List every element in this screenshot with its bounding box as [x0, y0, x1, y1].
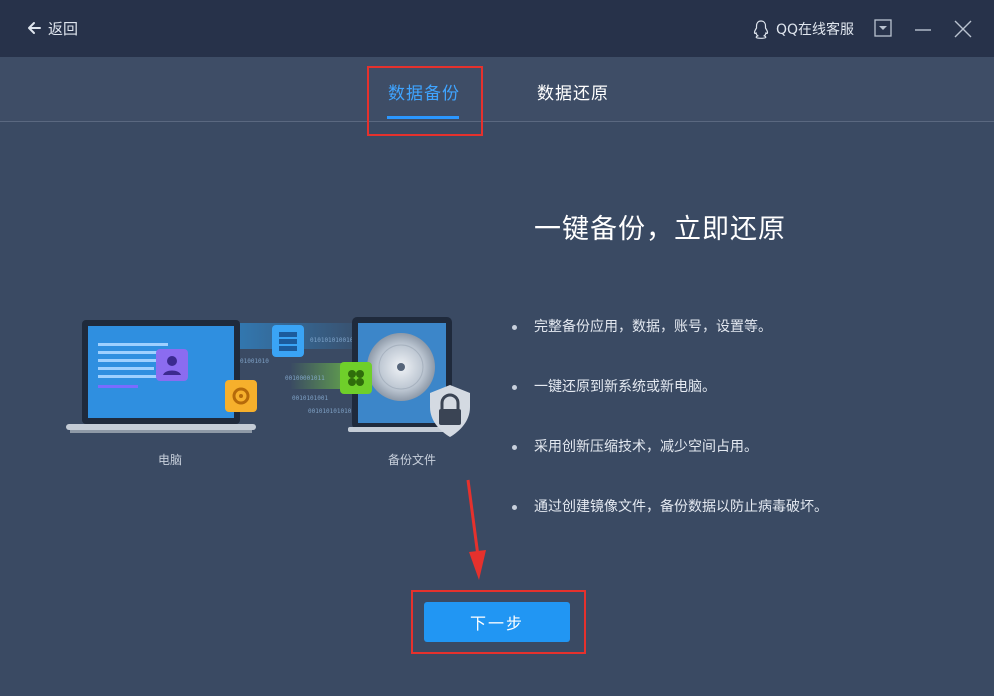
next-step-button[interactable]: 下一步 [424, 602, 570, 642]
close-icon [954, 20, 972, 38]
active-tab-indicator [387, 116, 459, 119]
svg-text:001010101010: 001010101010 [308, 408, 352, 415]
qq-support-link[interactable]: QQ在线客服 [752, 18, 854, 40]
arrow-left-icon [28, 22, 41, 34]
feature-item: 通过创建镜像文件，备份数据以防止病毒破坏。 [510, 496, 828, 556]
gear-icon [225, 380, 257, 412]
svg-text:0010101001: 0010101001 [292, 395, 329, 402]
tab-data-restore[interactable]: 数据还原 [537, 79, 609, 104]
qq-penguin-icon [753, 20, 769, 39]
dropdown-menu-icon [874, 19, 892, 37]
backup-illustration: 0101010100101 01001010 00100001011 00101… [66, 317, 470, 437]
server-icon [272, 325, 304, 357]
back-button[interactable]: 返回 [26, 17, 78, 39]
minimize-button[interactable] [912, 16, 934, 40]
feature-list: 完整备份应用，数据，账号，设置等。 一键还原到新系统或新电脑。 采用创新压缩技术… [510, 316, 828, 556]
clover-icon [340, 362, 372, 394]
user-icon [156, 349, 188, 381]
svg-text:01001010: 01001010 [240, 358, 269, 365]
title-bar: 返回 QQ在线客服 [0, 0, 994, 57]
close-button[interactable] [952, 16, 974, 40]
feature-item: 完整备份应用，数据，账号，设置等。 [510, 316, 828, 376]
backup-file-caption: 备份文件 [388, 453, 437, 467]
feature-item: 一键还原到新系统或新电脑。 [510, 376, 828, 436]
dropdown-menu-button[interactable] [872, 16, 894, 40]
qq-support-label: QQ在线客服 [776, 22, 855, 38]
minimize-icon [915, 29, 931, 31]
svg-text:0101010100101: 0101010100101 [310, 337, 357, 344]
annotation-arrow-icon [466, 479, 486, 580]
svg-text:00100001011: 00100001011 [285, 375, 325, 382]
feature-headline: 一键备份，立即还原 [534, 214, 786, 245]
back-label: 返回 [48, 19, 79, 38]
feature-item: 采用创新压缩技术，减少空间占用。 [510, 436, 828, 496]
computer-caption: 电脑 [158, 453, 183, 467]
tab-bar: 数据备份 数据还原 [0, 57, 994, 122]
tab-data-backup[interactable]: 数据备份 [388, 79, 460, 104]
